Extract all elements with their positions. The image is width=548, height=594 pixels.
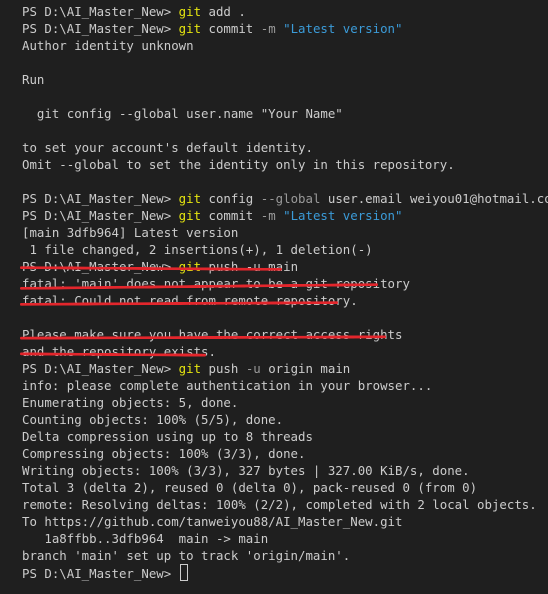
text-segment: commit xyxy=(201,21,261,36)
terminal-line: git config --global user.name "Your Name… xyxy=(22,105,548,122)
terminal-line: info: please complete authentication in … xyxy=(22,377,548,394)
terminal-line: PS D:\AI_Master_New> git commit -m "Late… xyxy=(22,20,548,37)
text-segment: PS D:\AI_Master_New> xyxy=(22,21,179,36)
git-command-token: git xyxy=(178,4,202,19)
text-segment: Delta compression using up to 8 threads xyxy=(22,429,313,444)
text-segment: To https://github.com/tanweiyou88/AI_Mas… xyxy=(22,514,403,529)
text-segment: user.email weiyou01@hotmail.com xyxy=(320,191,548,206)
terminal-line: PS D:\AI_Master_New> git commit -m "Late… xyxy=(22,207,548,224)
git-command-token: git xyxy=(178,361,202,376)
terminal-line: To https://github.com/tanweiyou88/AI_Mas… xyxy=(22,513,548,530)
text-segment: and the repository exists. xyxy=(22,344,216,359)
git-command-token: git xyxy=(178,208,202,223)
terminal-line: PS D:\AI_Master_New> xyxy=(22,564,548,581)
terminal-line: PS D:\AI_Master_New> git push -u origin … xyxy=(22,360,548,377)
text-segment: 1 file changed, 2 insertions(+), 1 delet… xyxy=(22,242,373,257)
terminal-line: and the repository exists. xyxy=(22,343,548,360)
flag-token: -m xyxy=(260,208,276,223)
text-segment: Enumerating objects: 5, done. xyxy=(22,395,239,410)
text-segment: Compressing objects: 100% (3/3), done. xyxy=(22,446,306,461)
text-segment: config xyxy=(201,191,261,206)
string-token: "Latest version" xyxy=(275,208,403,223)
text-segment: add . xyxy=(201,4,246,19)
text-segment: Writing objects: 100% (3/3), 327 bytes |… xyxy=(22,463,470,478)
terminal-line: Please make sure you have the correct ac… xyxy=(22,326,548,343)
text-cursor xyxy=(179,564,188,581)
text-segment: PS D:\AI_Master_New> xyxy=(22,4,179,19)
terminal-line: PS D:\AI_Master_New> git add . xyxy=(22,3,548,20)
text-segment: info: please complete authentication in … xyxy=(22,378,433,393)
text-segment: 1a8ffbb..3dfb964 main -> main xyxy=(22,531,269,546)
text-segment: PS D:\AI_Master_New> xyxy=(22,566,179,581)
terminal-line: Compressing objects: 100% (3/3), done. xyxy=(22,445,548,462)
flag-token: -u xyxy=(245,361,261,376)
terminal-line: to set your account's default identity. xyxy=(22,139,548,156)
text-segment: origin main xyxy=(260,361,351,376)
terminal-line: PS D:\AI_Master_New> git config --global… xyxy=(22,190,548,207)
text-segment: [main 3dfb964] Latest version xyxy=(22,225,239,240)
text-segment: push xyxy=(201,361,246,376)
terminal-line: branch 'main' set up to track 'origin/ma… xyxy=(22,547,548,564)
terminal-line: 1 file changed, 2 insertions(+), 1 delet… xyxy=(22,241,548,258)
text-segment: to set your account's default identity. xyxy=(22,140,313,155)
text-segment: git config --global user.name "Your Name… xyxy=(22,106,343,121)
terminal-line: [main 3dfb964] Latest version xyxy=(22,224,548,241)
terminal-output[interactable]: PS D:\AI_Master_New> git add . PS D:\AI_M… xyxy=(22,3,548,594)
terminal-line: Writing objects: 100% (3/3), 327 bytes |… xyxy=(22,462,548,479)
text-segment: PS D:\AI_Master_New> xyxy=(22,191,179,206)
terminal-line: remote: Resolving deltas: 100% (2/2), co… xyxy=(22,496,548,513)
git-command-token: git xyxy=(178,21,202,36)
git-command-token: git xyxy=(178,191,202,206)
terminal-line: Run xyxy=(22,71,548,88)
terminal-line: 1a8ffbb..3dfb964 main -> main xyxy=(22,530,548,547)
text-segment: Run xyxy=(22,72,45,87)
flag-token: --global xyxy=(260,191,321,206)
flag-token: -m xyxy=(260,21,276,36)
text-segment: Counting objects: 100% (5/5), done. xyxy=(22,412,284,427)
text-segment: Omit --global to set the identity only i… xyxy=(22,157,455,172)
text-segment: remote: Resolving deltas: 100% (2/2), co… xyxy=(22,497,537,512)
text-segment: branch 'main' set up to track 'origin/ma… xyxy=(22,548,351,563)
text-segment: Total 3 (delta 2), reused 0 (delta 0), p… xyxy=(22,480,478,495)
text-segment: Author identity unknown xyxy=(22,38,194,53)
terminal-line: Omit --global to set the identity only i… xyxy=(22,156,548,173)
terminal-line: Enumerating objects: 5, done. xyxy=(22,394,548,411)
terminal-line: Counting objects: 100% (5/5), done. xyxy=(22,411,548,428)
terminal-line: Delta compression using up to 8 threads xyxy=(22,428,548,445)
text-segment: PS D:\AI_Master_New> xyxy=(22,208,179,223)
terminal-line: Total 3 (delta 2), reused 0 (delta 0), p… xyxy=(22,479,548,496)
text-segment: PS D:\AI_Master_New> xyxy=(22,361,179,376)
string-token: "Latest version" xyxy=(275,21,403,36)
text-segment: commit xyxy=(201,208,261,223)
terminal-line: Author identity unknown xyxy=(22,37,548,54)
